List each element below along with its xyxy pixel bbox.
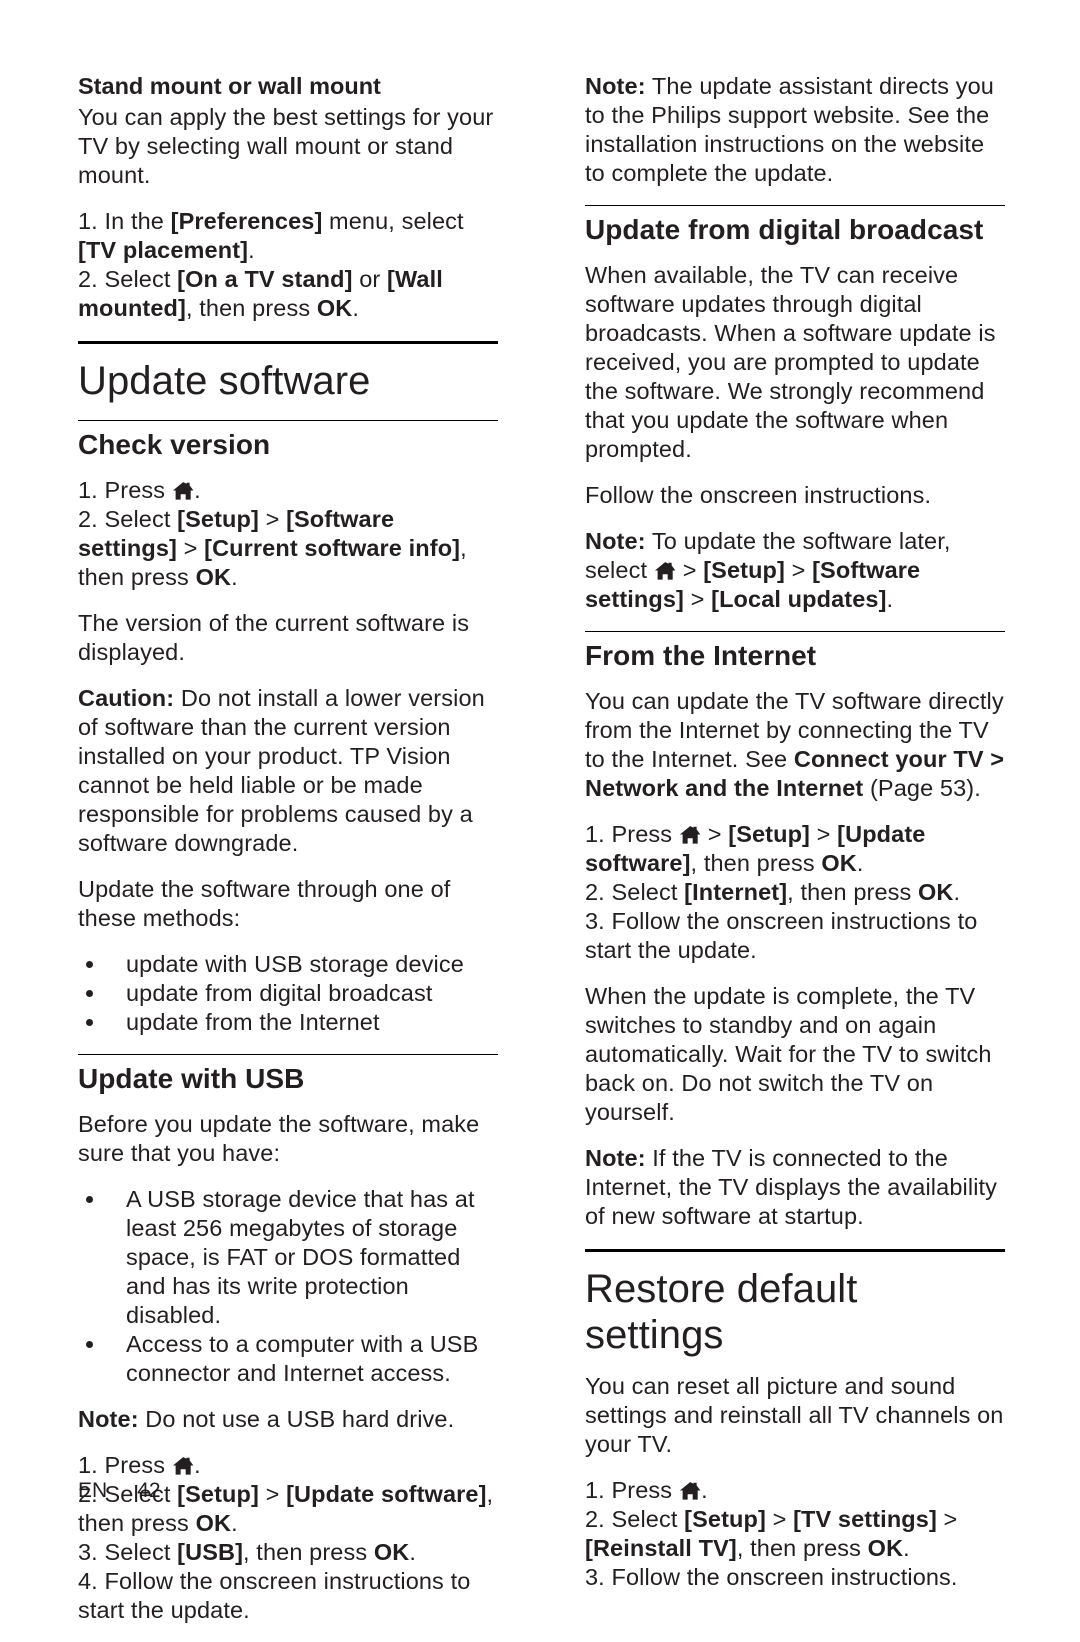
footer-language-code: EN: [78, 1479, 108, 1502]
section-rule-update-with-usb: [78, 1054, 498, 1055]
note-label: Note:: [585, 528, 646, 554]
usb-requirements-list: A USB storage device that has at least 2…: [78, 1185, 498, 1388]
digital-broadcast-note: Note: To update the software later, sele…: [585, 528, 951, 612]
usb-step-1: 1. Press .: [78, 1452, 201, 1478]
check-version-step-2: 2. Select [Setup] > [Software settings] …: [78, 506, 467, 590]
note-label: Note:: [78, 1406, 139, 1432]
list-item: update with USB storage device: [78, 950, 498, 979]
home-icon: [679, 1481, 701, 1501]
section-rule-from-the-internet: [585, 631, 1005, 632]
from-internet-para-1: You can update the TV software directly …: [585, 688, 1005, 801]
check-version-caution: Caution: Do not install a lower version …: [78, 685, 485, 856]
list-item: A USB storage device that has at least 2…: [78, 1185, 498, 1330]
list-item: update from the Internet: [78, 1008, 498, 1037]
digital-broadcast-para-1: When available, the TV can receive softw…: [585, 262, 996, 462]
from-internet-step-2: 2. Select [Internet], then press OK.: [585, 879, 961, 905]
from-internet-step-3: 3. Follow the onscreen instructions to s…: [585, 908, 978, 963]
from-internet-para-2: When the update is complete, the TV swit…: [585, 983, 992, 1125]
home-icon: [172, 1456, 194, 1476]
restore-defaults-step-3: 3. Follow the onscreen instructions.: [585, 1564, 958, 1590]
usb-step-3: 3. Select [USB], then press OK.: [78, 1539, 417, 1565]
section-rule-check-version: [78, 420, 498, 421]
home-icon: [679, 825, 701, 845]
restore-defaults-step-2: 2. Select [Setup] > [TV settings] > [Rei…: [585, 1506, 958, 1561]
section-rule-digital-broadcast: [585, 205, 1005, 206]
bullet-icon: [86, 1019, 93, 1026]
bullet-icon: [86, 961, 93, 968]
home-icon: [654, 561, 676, 581]
section-heading-digital-broadcast: Update from digital broadcast: [585, 214, 984, 245]
chapter-title-update-software: Update software: [78, 359, 371, 403]
left-column: Stand mount or wall mount You can apply …: [78, 72, 498, 1642]
restore-defaults-para-1: You can reset all picture and sound sett…: [585, 1373, 1004, 1457]
stand-mount-steps: 1. In the [Preferences] menu, select [TV…: [78, 207, 498, 323]
home-icon: [172, 481, 194, 501]
two-column-body: Stand mount or wall mount You can apply …: [78, 72, 1005, 1642]
bullet-icon: [86, 1341, 93, 1348]
check-version-displayed-text: The version of the current software is d…: [78, 610, 470, 665]
usb-step-4: 4. Follow the onscreen instructions to s…: [78, 1568, 471, 1623]
stand-mount-heading: Stand mount or wall mount: [78, 73, 381, 99]
bullet-icon: [86, 1196, 93, 1203]
caution-label: Caution:: [78, 685, 175, 711]
update-methods-intro: Update the software through one of these…: [78, 876, 451, 931]
section-heading-update-with-usb: Update with USB: [78, 1063, 305, 1094]
stand-mount-intro: You can apply the best settings for your…: [78, 104, 494, 188]
check-version-step-1: 1. Press .: [78, 477, 201, 503]
page-footer: EN 42: [78, 1478, 161, 1504]
chapter-rule-restore-defaults: [585, 1249, 1005, 1252]
update-assistant-note: Note: The update assistant directs you t…: [585, 73, 994, 186]
section-heading-check-version: Check version: [78, 429, 271, 460]
note-label: Note:: [585, 73, 646, 99]
restore-defaults-steps: 1. Press . 2. Select [Setup] > [TV setti…: [585, 1476, 1005, 1592]
footer-page-number: 42: [137, 1479, 161, 1502]
chapter-title-restore-defaults: Restore default settings: [585, 1267, 858, 1357]
list-item: Access to a computer with a USB connecto…: [78, 1330, 498, 1388]
from-internet-step-1: 1. Press > [Setup] > [Update software], …: [585, 821, 926, 876]
restore-defaults-step-1: 1. Press .: [585, 1477, 708, 1503]
note-label: Note:: [585, 1145, 646, 1171]
from-internet-note: Note: If the TV is connected to the Inte…: [585, 1145, 998, 1229]
stand-mount-step-2: 2. Select [On a TV stand] or [Wall mount…: [78, 266, 443, 321]
update-methods-list: update with USB storage device update fr…: [78, 950, 498, 1037]
section-heading-from-the-internet: From the Internet: [585, 640, 817, 671]
manual-page: Stand mount or wall mount You can apply …: [0, 0, 1080, 1623]
bullet-icon: [86, 990, 93, 997]
right-column: Note: The update assistant directs you t…: [585, 72, 1005, 1642]
stand-mount-step-1: 1. In the [Preferences] menu, select [TV…: [78, 208, 464, 263]
check-version-steps: 1. Press . 2. Select [Setup] > [Software…: [78, 476, 498, 592]
chapter-rule-update-software: [78, 341, 498, 344]
usb-before-text: Before you update the software, make sur…: [78, 1111, 480, 1166]
list-item: update from digital broadcast: [78, 979, 498, 1008]
digital-broadcast-para-2: Follow the onscreen instructions.: [585, 482, 932, 508]
from-internet-steps: 1. Press > [Setup] > [Update software], …: [585, 820, 1005, 965]
usb-note: Note: Do not use a USB hard drive.: [78, 1406, 455, 1432]
